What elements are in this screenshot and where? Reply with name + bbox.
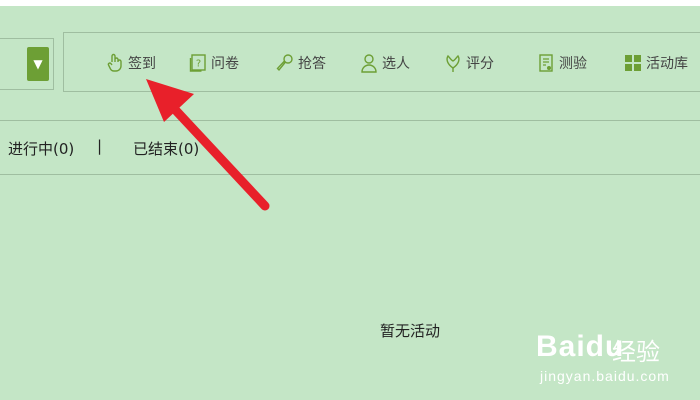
rating-button[interactable]: 评分	[444, 33, 494, 93]
svg-text:?: ?	[196, 59, 201, 70]
tab-ended[interactable]: 已结束(0)	[133, 138, 199, 159]
grid-icon	[625, 55, 641, 71]
tab-in-progress[interactable]: 进行中(0)	[8, 138, 74, 159]
activity-library-button[interactable]: 活动库	[624, 33, 688, 93]
dropdown-arrow-button[interactable]: ▼	[27, 47, 49, 81]
tab-separator: |	[97, 137, 103, 155]
quick-answer-label: 抢答	[298, 56, 326, 72]
divider-bottom	[0, 174, 700, 175]
hand-icon	[107, 53, 122, 72]
questionnaire-icon: ?	[189, 54, 206, 72]
baidu-jingyan-watermark: Baidu 经验 jingyan.baidu.com	[536, 322, 696, 388]
quiz-label: 测验	[559, 56, 587, 72]
pick-person-label: 选人	[382, 56, 410, 72]
empty-state-message: 暂无活动	[380, 322, 441, 340]
quick-answer-button[interactable]: 抢答	[276, 33, 326, 93]
top-strip	[0, 0, 700, 6]
jingyan-text: 经验	[612, 338, 660, 366]
microphone-icon	[276, 54, 293, 72]
checkin-label: 签到	[128, 56, 156, 72]
chevron-down-icon: ▼	[33, 57, 43, 71]
person-icon	[361, 54, 377, 73]
questionnaire-button[interactable]: ? 问卷	[189, 33, 239, 93]
watermark-url: jingyan.baidu.com	[540, 368, 670, 384]
rating-label: 评分	[466, 56, 494, 72]
checkin-button[interactable]: 签到	[106, 33, 156, 93]
pick-person-button[interactable]: 选人	[360, 33, 410, 93]
class-dropdown[interactable]: ▼	[0, 38, 54, 90]
divider-top	[0, 120, 700, 121]
questionnaire-label: 问卷	[211, 56, 239, 72]
quiz-button[interactable]: 测验	[537, 33, 587, 93]
activity-toolbar: 签到 ? 问卷 抢答 选人 评分 测验 活动库	[63, 32, 700, 92]
rating-icon	[446, 54, 460, 72]
quiz-icon	[539, 54, 553, 72]
activity-library-label: 活动库	[646, 56, 688, 72]
